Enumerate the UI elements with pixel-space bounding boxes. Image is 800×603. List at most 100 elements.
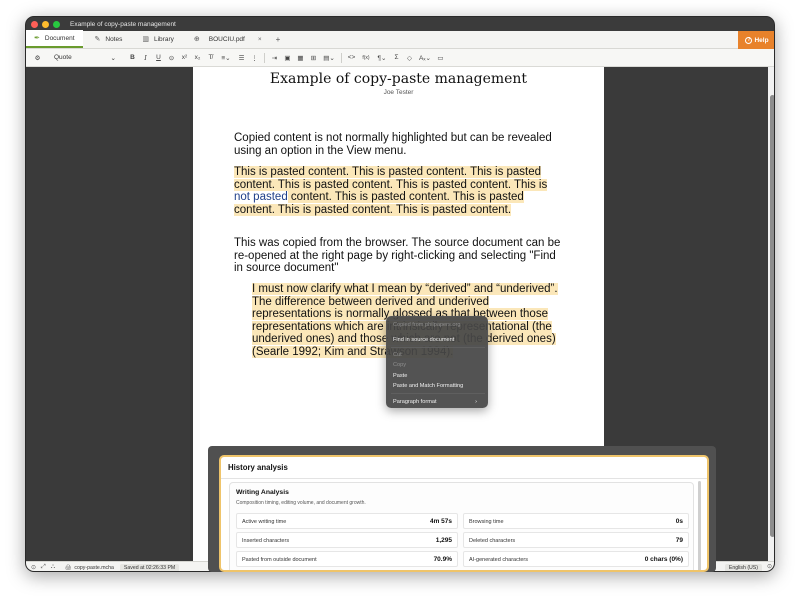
stat-label: Browsing time (469, 519, 504, 525)
stat-pasted-outside: Pasted from outside document 70.9% (236, 551, 458, 567)
indent-icon[interactable]: ⇥ (269, 54, 280, 62)
stat-value: 70.9% (433, 556, 452, 563)
italic-button[interactable]: I (140, 54, 151, 62)
chevron-right-icon: › (475, 399, 477, 405)
bold-button[interactable]: B (127, 54, 138, 61)
document-title: Example of copy-paste management (269, 71, 528, 87)
gallery-icon[interactable]: ▦ (295, 54, 306, 62)
menu-item-paste-match[interactable]: Paste and Match Formatting (393, 382, 463, 390)
quill-icon: ✒ (34, 35, 40, 42)
tab-label: Document (44, 34, 75, 42)
menu-item-cut: Cut (393, 352, 402, 358)
menu-item-paragraph-format[interactable]: Paragraph format › (393, 398, 483, 406)
help-label: Help (754, 36, 769, 44)
context-menu: Copied from philpapers.org Find in sourc… (386, 316, 488, 408)
globe-icon: ⊕ (193, 36, 200, 43)
title-bar: Example of copy-paste management (26, 17, 774, 31)
menu-divider (391, 347, 485, 348)
file-name: copy-paste.mcha (74, 564, 114, 571)
menu-item-paste[interactable]: Paste (393, 372, 407, 380)
card-title: Writing Analysis (236, 489, 289, 496)
clear-format-icon[interactable]: T̸ (205, 54, 216, 61)
stat-label: Deleted characters (469, 538, 516, 544)
paragraph-copied[interactable]: Copied content is not normally highlight… (234, 132, 564, 157)
paragraph-mark-icon[interactable]: ¶⌄ (375, 54, 389, 62)
sigma-icon[interactable]: Σ (391, 54, 402, 61)
paragraph-style-select[interactable]: Quote ⌄ (54, 54, 116, 62)
language-selector[interactable]: English (US) (724, 564, 762, 571)
help-button[interactable]: ? Help (738, 31, 774, 49)
menu-item-find-in-source[interactable]: Find in source document (393, 336, 454, 344)
tab-label: Notes (105, 35, 123, 43)
stat-label: Pasted from outside document (242, 557, 317, 563)
stat-value: 79 (675, 537, 683, 544)
minimize-window-button[interactable] (42, 20, 49, 28)
target-icon[interactable]: ⊙ (31, 564, 36, 571)
toolbar-divider (264, 52, 265, 63)
image-icon[interactable]: ▣ (282, 54, 293, 62)
subscript-button[interactable]: x₂ (192, 54, 203, 61)
stat-value: 0s (675, 518, 683, 525)
tab-pdf[interactable]: ⊕ BOUCIU.pdf × (186, 30, 270, 48)
zoom-window-button[interactable] (53, 20, 60, 28)
tab-label: Library (153, 35, 174, 43)
settings-circle-icon[interactable]: ⊙ (767, 563, 772, 570)
formula-icon[interactable]: f(x) (359, 55, 373, 61)
format-painter-icon[interactable]: ⚙ (32, 54, 43, 62)
tab-document[interactable]: ✒ Document (26, 30, 83, 48)
panel-title: History analysis (228, 463, 288, 472)
window-title: Example of copy-paste management (70, 20, 176, 28)
printer-icon[interactable]: 🖨 (65, 565, 71, 571)
not-pasted-text: not pasted (234, 191, 288, 204)
writing-analysis-card: Writing Analysis Composition timing, edi… (229, 482, 694, 570)
stat-inserted-characters: Inserted characters 1,295 (236, 532, 458, 548)
format-toolbar: ⚙ Quote ⌄ B I U ⊝ x² x₂ T̸ ≡⌄ ☰ ⋮ ⇥ ▣ ▦ … (26, 49, 774, 67)
stat-label: Inserted characters (242, 538, 290, 544)
numbered-list-icon[interactable]: ⋮ (249, 54, 260, 62)
code-icon[interactable]: <> (346, 54, 357, 61)
window-controls (31, 20, 60, 28)
superscript-button[interactable]: x² (179, 54, 190, 61)
tab-notes[interactable]: ✎ Notes (87, 30, 131, 48)
paragraph-browser[interactable]: This was copied from the browser. The so… (234, 237, 564, 275)
expand-icon[interactable]: ⤢ (41, 564, 46, 571)
tab-label: BOUCIU.pdf (208, 35, 245, 43)
pasted-text: This is pasted content. This is pasted c… (234, 166, 548, 191)
toolbar-divider (341, 52, 342, 63)
stat-value: 0 chars (0%) (644, 556, 683, 563)
card-subtitle: Composition timing, editing volume, and … (236, 500, 366, 506)
hierarchy-icon[interactable]: ⛬ (51, 564, 55, 571)
history-analysis-panel: History analysis Writing Analysis Compos… (219, 455, 709, 572)
scrollbar-thumb[interactable] (770, 95, 774, 537)
stat-label: AI-generated characters (469, 557, 529, 563)
align-icon[interactable]: ≡⌄ (218, 54, 234, 62)
comment-icon[interactable]: ▭ (435, 54, 446, 62)
stat-value: 1,295 (435, 537, 452, 544)
paragraph-pasted[interactable]: This is pasted content. This is pasted c… (234, 166, 564, 216)
underline-button[interactable]: U (153, 54, 164, 61)
menu-item-copied-from: Copied from philpapers.org (393, 322, 461, 328)
close-tab-icon[interactable]: × (258, 36, 262, 43)
library-icon: ▥ (142, 36, 149, 43)
menu-item-copy: Copy (393, 362, 407, 368)
tab-library[interactable]: ▥ Library (134, 30, 182, 48)
table-icon[interactable]: ⊞ (308, 54, 319, 62)
panel-divider (221, 478, 707, 479)
close-window-button[interactable] (31, 20, 38, 28)
tag-icon[interactable]: ◇ (404, 54, 415, 62)
bullet-list-icon[interactable]: ☰ (236, 54, 247, 62)
chevron-down-icon: ⌄ (110, 54, 116, 62)
stat-value: 4m 57s (429, 518, 452, 525)
translate-icon[interactable]: Aₓ⌄ (417, 54, 433, 62)
tab-bar: ✒ Document ✎ Notes ▥ Library ⊕ BOUCIU.pd… (26, 30, 774, 49)
file-icon[interactable]: ▤⌄ (321, 54, 337, 62)
edit-note-icon: ✎ (94, 36, 101, 43)
add-tab-button[interactable]: + (270, 30, 287, 48)
panel-scrollbar[interactable] (698, 481, 701, 570)
save-status: Saved at 02:26:33 PM (119, 563, 180, 571)
stat-active-writing-time: Active writing time 4m 57s (236, 513, 458, 529)
link-icon[interactable]: ⊝ (166, 54, 177, 62)
stat-ai-generated: AI-generated characters 0 chars (0%) (463, 551, 689, 567)
paragraph-style-value: Quote (54, 53, 72, 61)
vertical-scrollbar[interactable] (768, 67, 774, 561)
